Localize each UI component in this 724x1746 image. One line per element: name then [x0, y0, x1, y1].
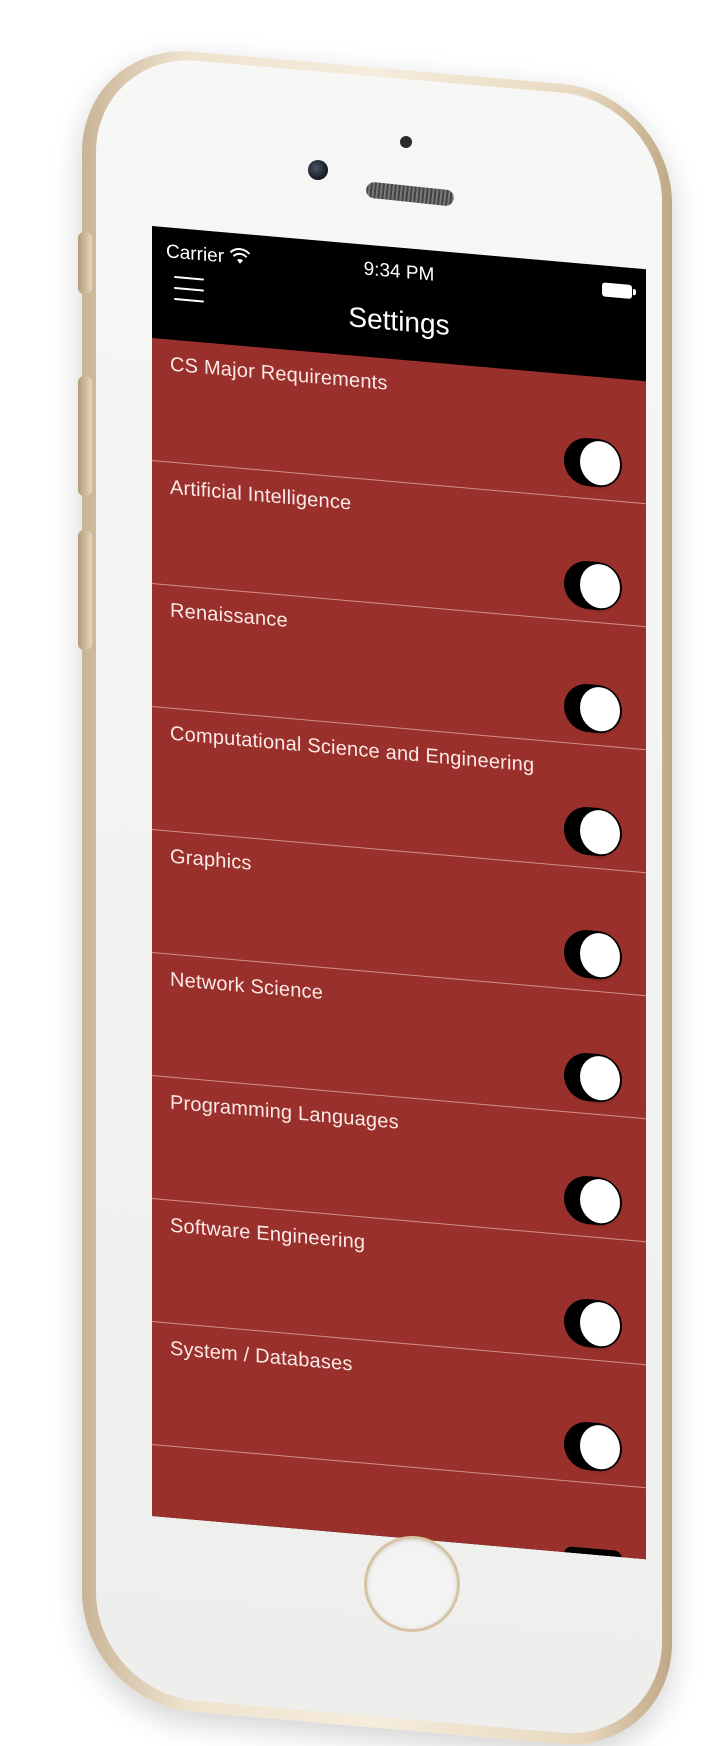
system-databases-toggle[interactable]	[564, 1420, 622, 1474]
front-camera-icon	[308, 160, 328, 180]
toggle-knob	[580, 1054, 620, 1102]
settings-row-label: Artificial Intelligence	[170, 476, 352, 515]
volume-up-button	[78, 376, 92, 496]
toggle-knob	[580, 808, 620, 856]
settings-row-label: Network Science	[170, 968, 324, 1004]
toggle-knob	[580, 562, 620, 610]
toggle-knob	[580, 439, 620, 487]
toggle-knob	[580, 685, 620, 733]
renaissance-toggle[interactable]	[564, 682, 622, 736]
toggle-knob	[580, 1300, 620, 1348]
cs-major-requirements-toggle[interactable]	[564, 436, 622, 490]
programming-languages-toggle[interactable]	[564, 1174, 622, 1228]
toggle-knob	[580, 1177, 620, 1225]
settings-row-label: CS Major Requirements	[170, 353, 388, 395]
home-button[interactable]	[364, 1536, 460, 1632]
network-science-toggle[interactable]	[564, 1051, 622, 1105]
proximity-sensor-icon	[400, 136, 412, 148]
software-engineering-toggle[interactable]	[564, 1297, 622, 1351]
settings-list: CS Major Requirements Artificial Intelli…	[152, 338, 646, 1560]
settings-row-label: Programming Languages	[170, 1091, 399, 1134]
device-mockup: Carrier 9:34 PM Settings CS Major Requir…	[0, 0, 724, 1746]
settings-row-label: Graphics	[170, 845, 252, 875]
computational-science-toggle[interactable]	[564, 805, 622, 859]
toggle-knob	[580, 931, 620, 979]
settings-row-label: Software Engineering	[170, 1214, 366, 1254]
toggle-knob	[580, 1423, 620, 1471]
settings-row-label: System / Databases	[170, 1337, 353, 1376]
app-screen: Carrier 9:34 PM Settings CS Major Requir…	[152, 226, 646, 1560]
artificial-intelligence-toggle[interactable]	[564, 559, 622, 613]
graphics-toggle[interactable]	[564, 928, 622, 982]
battery-icon	[602, 282, 632, 299]
mute-switch	[78, 232, 92, 294]
settings-row-label: Renaissance	[170, 599, 288, 632]
volume-down-button	[78, 530, 92, 650]
